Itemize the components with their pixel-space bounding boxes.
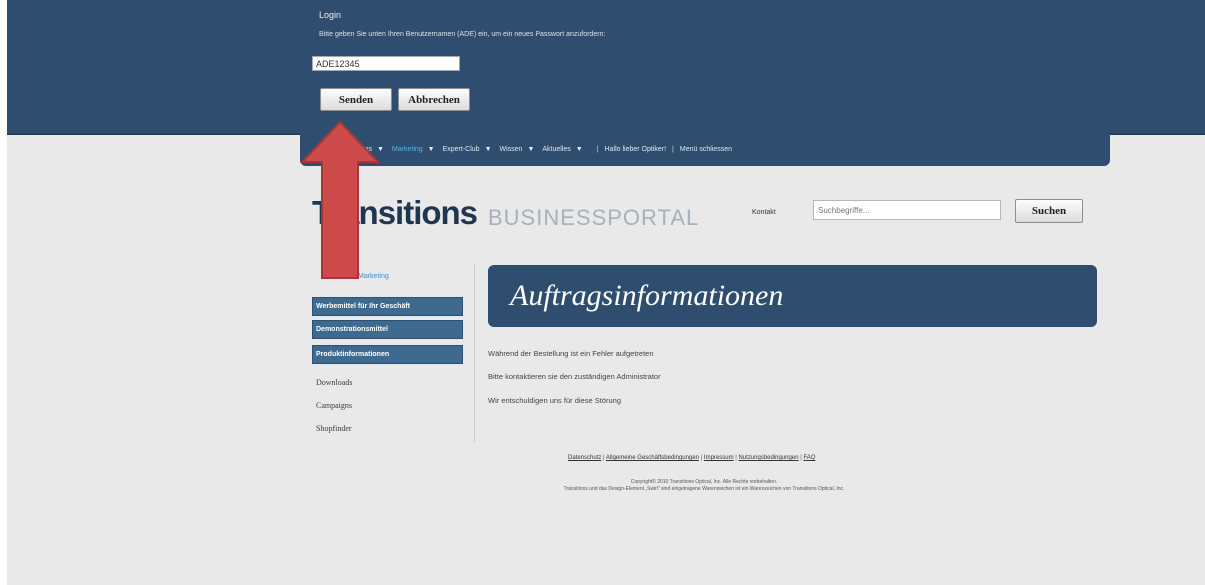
kontakt-link[interactable]: Kontakt [752,209,776,216]
login-panel: Login Bitte geben Sie unten Ihren Benutz… [7,0,1205,135]
nav-close-menu[interactable]: Menü schliessen [680,146,732,153]
sidebar-link-shopfinder[interactable]: Shopfinder [316,424,352,433]
copyright: Copyright© 2010 Transitions Optical, Inc… [473,479,935,493]
nav-separator: | [596,146,599,153]
contact-message: Bitte kontaktieren sie den zuständigen A… [488,372,661,381]
copyright-line-1: Copyright© 2010 Transitions Optical, Inc… [630,479,778,485]
businessportal-logo-text: BUSINESSPORTAL [488,205,700,230]
username-input[interactable] [312,56,460,71]
footer-link-agb[interactable]: Allgemeine Geschäftsbedingungen [606,455,699,461]
sidebar-item-werbemittel[interactable]: Werbemittel für Ihr Geschäft [312,297,463,316]
footer-link-datenschutz[interactable]: Datenschutz [568,455,601,461]
caret-down-icon: ▼ [575,146,583,153]
nav-item-wissen[interactable]: Wissen ▼ [500,146,535,153]
footer-link-faq[interactable]: FAQ [803,455,815,461]
nav-greeting: Hallo lieber Optiker! [604,146,667,153]
error-message: Während der Bestellung ist ein Fehler au… [488,349,654,358]
search-input[interactable] [813,200,1001,220]
nav-items: Transitions▼ Marketing▼ Expert-Club▼ Wis… [338,146,732,153]
footer-link-nutzungsbedingungen[interactable]: Nutzungsbedingungen [738,455,798,461]
cancel-button[interactable]: Abbrechen [398,88,470,111]
page-title-banner: Auftragsinformationen [488,265,1097,327]
page-title: Auftragsinformationen [510,279,784,312]
nav-item-expert-club[interactable]: Expert-Club ▼ [443,146,492,153]
content-divider [474,265,475,442]
sidebar-link-downloads[interactable]: Downloads [316,378,352,387]
sidebar-item-produktinformationen[interactable]: Produktinformationen [312,345,463,364]
caret-down-icon: ▼ [484,146,492,153]
login-hint: Bitte geben Sie unten Ihren Benutzername… [319,31,606,38]
caret-down-icon: ▼ [527,146,535,153]
send-button[interactable]: Senden [320,88,392,111]
nav-item-aktuelles[interactable]: Aktuelles ▼ [542,146,582,153]
copyright-line-2: Transitions und das Design-Element „Swir… [563,486,845,492]
sidebar-link-campaigns[interactable]: Campaigns [316,401,352,410]
nav-item-marketing[interactable]: Marketing ▼ [392,146,435,153]
footer-link-impressum[interactable]: Impressum [704,455,734,461]
main-navigation: Transitions▼ Marketing▼ Expert-Club▼ Wis… [300,133,1110,166]
search-button[interactable]: Suchen [1015,199,1083,223]
footer-links: Datenschutz | Allgemeine Geschäftsbeding… [568,455,816,461]
nav-separator: | [672,146,674,153]
sidebar-item-demonstrationsmittel[interactable]: Demonstrationsmittel [312,320,463,339]
up-arrow-icon [300,120,380,279]
apology-message: Wir entschuldigen uns für diese Störung [488,396,621,405]
login-title: Login [319,10,342,20]
caret-down-icon: ▼ [427,146,435,153]
